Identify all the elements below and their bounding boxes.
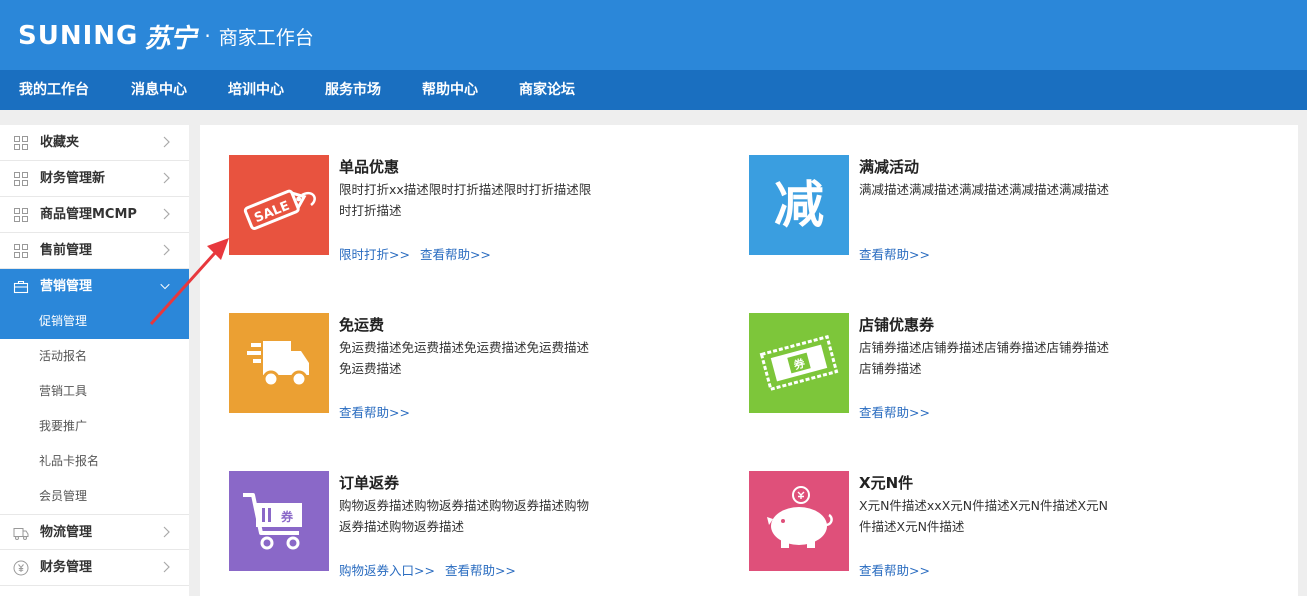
card-title: 满减活动: [859, 158, 920, 176]
nav-item-forum[interactable]: 商家论坛: [519, 70, 575, 110]
sidebar-item-label: 营销管理: [40, 279, 93, 294]
brand-subtitle: 商家工作台: [218, 26, 314, 49]
sidebar-item-finance-new[interactable]: 财务管理新: [0, 161, 189, 197]
grid-icon: [14, 136, 28, 150]
rebate-entry-link[interactable]: 购物返券入口>>: [339, 563, 435, 578]
delivery-truck-icon[interactable]: [229, 313, 329, 413]
cart-coupon-icon[interactable]: 券: [229, 471, 329, 571]
sidebar-subitem-label: 活动报名: [39, 349, 88, 363]
brand-name-cn: 苏宁: [144, 23, 197, 54]
nav-item-help[interactable]: 帮助中心: [422, 70, 478, 110]
sidebar-item-label: 收藏夹: [40, 135, 80, 150]
card-title: 免运费: [339, 316, 385, 334]
card-description: 限时打折xx描述限时打折描述限时打折描述限时打折描述: [339, 182, 592, 218]
sidebar-item-goods-mcmp[interactable]: 商品管理MCMP: [0, 197, 189, 233]
sidebar-item-label: 物流管理: [40, 525, 93, 540]
card-title: 单品优惠: [339, 158, 400, 176]
sidebar-subitem-activity-signup[interactable]: 活动报名: [0, 339, 189, 374]
brand-logo[interactable]: SUNING 苏宁 · 商家工作台: [18, 20, 314, 54]
view-help-link[interactable]: 查看帮助>>: [859, 247, 930, 262]
cart-coupon-text: 券: [280, 509, 294, 524]
card-description: 免运费描述免运费描述免运费描述免运费描述免运费描述: [339, 340, 590, 376]
coupon-ticket-icon[interactable]: 券: [749, 313, 849, 413]
chevron-right-icon: [163, 561, 170, 573]
card-description: X元N件描述xxX元N件描述X元N件描述X元N件描述X元N件描述: [859, 498, 1108, 534]
main-nav: 我的工作台 消息中心 培训中心 服务市场 帮助中心 商家论坛: [0, 70, 1307, 110]
sidebar-item-label: 财务管理新: [40, 171, 106, 186]
sidebar-subitem-members[interactable]: 会员管理: [0, 479, 189, 514]
view-help-link[interactable]: 查看帮助>>: [859, 405, 930, 420]
flash-discount-link[interactable]: 限时打折>>: [339, 247, 410, 262]
sidebar-item-label: 售前管理: [40, 243, 93, 258]
view-help-link[interactable]: 查看帮助>>: [339, 405, 410, 420]
chevron-right-icon: [163, 136, 170, 148]
nav-item-messages[interactable]: 消息中心: [131, 70, 187, 110]
sidebar-item-marketing[interactable]: 营销管理: [0, 269, 189, 305]
card-title: 店铺优惠券: [859, 316, 935, 334]
sidebar-subitem-marketing-tools[interactable]: 营销工具: [0, 374, 189, 409]
sidebar-subitem-promotion[interactable]: 促销管理: [0, 304, 189, 339]
chevron-right-icon: [163, 526, 170, 538]
grid-icon: [14, 244, 28, 258]
sidebar-subitem-gift-card[interactable]: 礼品卡报名: [0, 444, 189, 479]
sidebar-item-finance[interactable]: 财务管理: [0, 550, 189, 586]
sidebar-subitem-label: 营销工具: [39, 384, 88, 398]
sidebar-subitem-label: 促销管理: [39, 314, 88, 328]
view-help-link[interactable]: 查看帮助>>: [859, 563, 930, 578]
sidebar-item-presale[interactable]: 售前管理: [0, 233, 189, 269]
truck-icon: [13, 528, 29, 540]
brand-separator: ·: [204, 24, 211, 48]
card-description: 购物返券描述购物返券描述购物返券描述购物返券描述购物返券描述: [339, 498, 590, 534]
nav-item-workbench[interactable]: 我的工作台: [19, 70, 89, 110]
view-help-link[interactable]: 查看帮助>>: [420, 247, 491, 262]
sidebar: 收藏夹 财务管理新 商品管理MCMP 售前管理 营销管理 促销管理 活动报名 营…: [0, 125, 189, 596]
yuan-circle-icon: [13, 560, 29, 576]
sale-tag-icon[interactable]: SALE: [229, 155, 329, 255]
sidebar-item-logistics[interactable]: 物流管理: [0, 514, 189, 550]
card-links: 购物返券入口>> 查看帮助>>: [339, 560, 526, 579]
nav-item-training[interactable]: 培训中心: [228, 70, 284, 110]
view-help-link[interactable]: 查看帮助>>: [445, 563, 516, 578]
sidebar-subitem-label: 会员管理: [39, 489, 88, 503]
card-links: 查看帮助>>: [339, 402, 420, 421]
card-description: 店铺券描述店铺券描述店铺券描述店铺券描述店铺券描述: [859, 340, 1110, 376]
sidebar-item-label: 财务管理: [40, 560, 93, 575]
briefcase-icon: [13, 280, 29, 294]
card-description: 满减描述满减描述满减描述满减描述满减描述: [859, 182, 1110, 197]
sidebar-subitem-label: 礼品卡报名: [39, 454, 100, 468]
grid-icon: [14, 172, 28, 186]
sidebar-subitem-label: 我要推广: [39, 419, 88, 433]
card-title: 订单返券: [339, 474, 400, 492]
top-header: SUNING 苏宁 · 商家工作台: [0, 0, 1307, 70]
card-links: 限时打折>> 查看帮助>>: [339, 244, 501, 263]
chevron-right-icon: [163, 172, 170, 184]
reduce-char: 减: [774, 176, 824, 234]
reduce-char-icon[interactable]: 减: [749, 155, 849, 255]
sidebar-item-favorites[interactable]: 收藏夹: [0, 125, 189, 161]
chevron-right-icon: [163, 208, 170, 220]
chevron-right-icon: [163, 244, 170, 256]
brand-name-en: SUNING: [18, 21, 139, 51]
card-title: X元N件: [859, 474, 914, 492]
card-links: 查看帮助>>: [859, 402, 940, 421]
chevron-down-icon: [160, 283, 170, 290]
sidebar-subitem-promote[interactable]: 我要推广: [0, 409, 189, 444]
main-content: SALE 单品优惠 限时打折xx描述限时打折描述限时打折描述限时打折描述 限时打…: [200, 125, 1298, 596]
nav-item-service-market[interactable]: 服务市场: [325, 70, 381, 110]
grid-icon: [14, 208, 28, 222]
sidebar-item-label: 商品管理MCMP: [40, 207, 137, 222]
card-links: 查看帮助>>: [859, 560, 940, 579]
card-links: 查看帮助>>: [859, 244, 940, 263]
piggy-bank-icon[interactable]: [749, 471, 849, 571]
